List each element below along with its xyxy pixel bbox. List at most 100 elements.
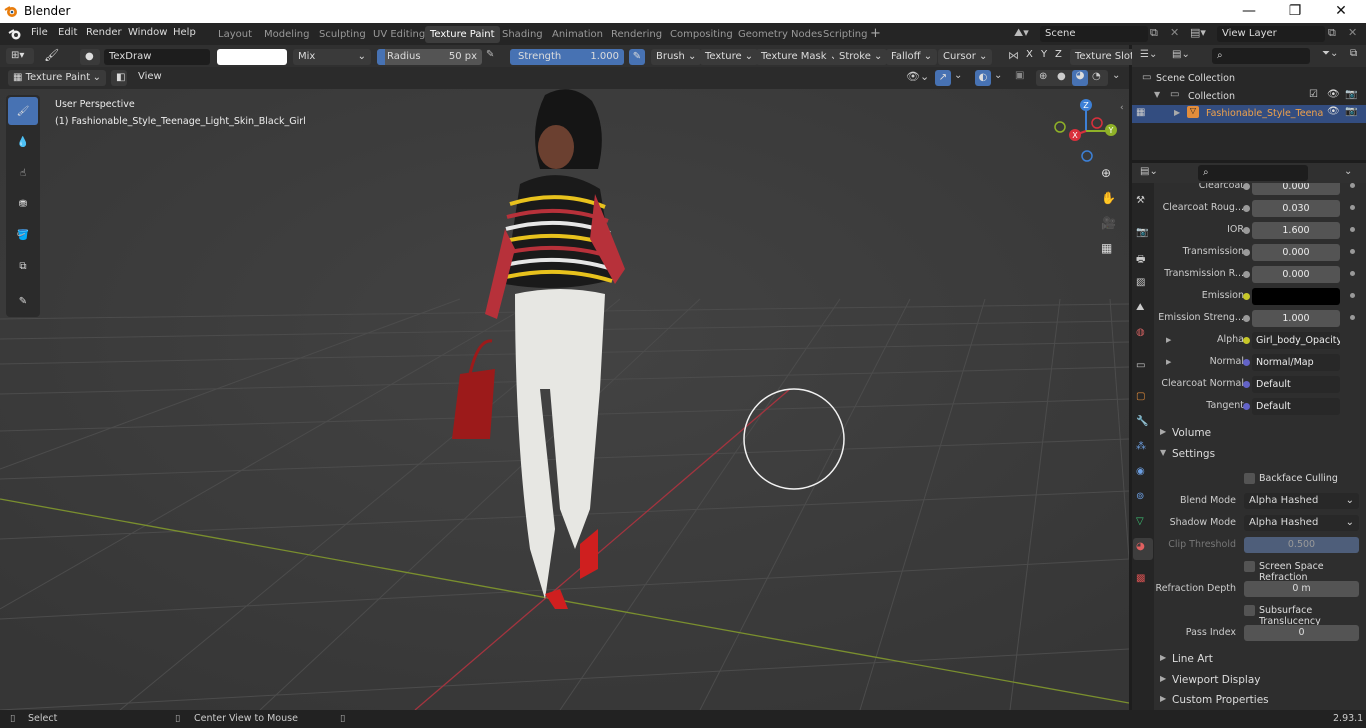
view-layer-field[interactable]: View Layer: [1217, 26, 1325, 42]
filter-icon[interactable]: ⏷⌄: [1322, 48, 1338, 59]
menu-texture-mask[interactable]: Texture Mask ⌄: [756, 49, 844, 65]
blend-mode-dropdown[interactable]: Mix ⌄: [293, 49, 371, 65]
rendered-shading-icon[interactable]: ◔: [1092, 71, 1101, 82]
ortho-grid-icon[interactable]: ▦: [1101, 241, 1112, 255]
properties-options-icon[interactable]: ⌄: [1344, 166, 1352, 177]
object-tab-icon[interactable]: ▢: [1136, 391, 1145, 402]
gizmo-dropdown-icon[interactable]: ⌄: [954, 70, 962, 81]
brush-name-field[interactable]: TexDraw: [104, 49, 210, 65]
object-render-icon[interactable]: 📷: [1345, 106, 1357, 117]
gizmo-toggle-icon[interactable]: ↗: [935, 70, 951, 86]
menu-brush[interactable]: Brush ⌄: [651, 49, 702, 65]
outliner-search-input[interactable]: ⌕: [1212, 48, 1310, 64]
wireframe-shading-icon[interactable]: ⊕: [1039, 71, 1047, 82]
annotate-tool-icon[interactable]: ✎: [8, 287, 38, 315]
refraction-depth-field[interactable]: 0 m: [1244, 581, 1359, 597]
delete-view-layer-icon[interactable]: ✕: [1348, 26, 1357, 39]
collection-label[interactable]: Collection: [1188, 91, 1235, 102]
tab-modeling[interactable]: Modeling: [259, 26, 315, 43]
3d-viewport[interactable]: User Perspective (1) Fashionable_Style_T…: [0, 89, 1129, 710]
solid-shading-icon[interactable]: ●: [1057, 71, 1066, 82]
fill-tool-icon[interactable]: 🪣: [8, 221, 38, 249]
material-tab[interactable]: ◕: [1133, 538, 1153, 560]
mask-tool-icon[interactable]: ⧉: [8, 252, 38, 280]
mask-toggle-icon[interactable]: ◧: [111, 70, 127, 86]
properties-editor-icon[interactable]: ▤⌄: [1140, 166, 1158, 177]
shadow-mode-select[interactable]: Alpha Hashed ⌄: [1244, 515, 1359, 531]
visibility-icon[interactable]: 👁⌄: [906, 70, 929, 83]
navigation-gizmo[interactable]: Z Y X: [1052, 95, 1124, 167]
add-workspace-icon[interactable]: +: [870, 26, 881, 41]
socket-dot-icon[interactable]: [1243, 359, 1250, 366]
blender-menu-icon[interactable]: [8, 27, 22, 41]
tab-shading[interactable]: Shading: [497, 26, 548, 43]
socket-expand-icon[interactable]: ▶: [1166, 358, 1171, 366]
properties-scrollbar[interactable]: [1350, 186, 1358, 436]
strength-slider[interactable]: Strength 1.000: [510, 49, 624, 65]
scene-tab-icon[interactable]: ⛰: [1136, 302, 1144, 313]
pan-hand-icon[interactable]: ✋: [1101, 191, 1116, 205]
constraints-tab-icon[interactable]: ⊚: [1136, 491, 1144, 502]
new-collection-icon[interactable]: ⧉: [1350, 48, 1357, 59]
backface-culling-checkbox[interactable]: [1244, 473, 1255, 484]
modifier-tab-icon[interactable]: 🔧: [1136, 416, 1148, 427]
object-visibility-icon[interactable]: 👁: [1327, 106, 1340, 117]
maximize-button[interactable]: ❐: [1272, 0, 1318, 23]
menu-help[interactable]: Help: [173, 27, 196, 38]
property-value[interactable]: [1252, 288, 1340, 305]
physics-tab-icon[interactable]: ◉: [1136, 466, 1145, 477]
custom-properties-panel-header[interactable]: ▶ Custom Properties: [1154, 690, 1366, 710]
menu-file[interactable]: File: [31, 27, 48, 38]
camera-view-icon[interactable]: 🎥: [1101, 216, 1116, 230]
menu-edit[interactable]: Edit: [58, 27, 77, 38]
strength-pressure-icon[interactable]: ✎: [629, 49, 645, 65]
draw-tool-icon[interactable]: 🖌: [8, 97, 38, 125]
collection-expand-icon[interactable]: ▼: [1154, 90, 1160, 99]
sidebar-toggle-icon[interactable]: ‹: [1120, 103, 1124, 113]
symmetry-y-button[interactable]: Y: [1041, 49, 1047, 60]
line-art-panel-header[interactable]: ▶ Line Art: [1154, 649, 1366, 670]
brush-browser-icon[interactable]: ●: [80, 49, 100, 65]
close-button[interactable]: ✕: [1318, 0, 1364, 23]
tab-scripting[interactable]: Scripting: [818, 26, 872, 43]
clone-tool-icon[interactable]: ⛃: [8, 190, 38, 218]
blend-mode-select[interactable]: Alpha Hashed ⌄: [1244, 493, 1359, 509]
scene-icon[interactable]: ⛰▾: [1014, 26, 1029, 40]
overlay-toggle-icon[interactable]: ◐: [975, 70, 991, 86]
display-mode-icon[interactable]: ▤⌄: [1172, 49, 1190, 60]
scene-collection-label[interactable]: Scene Collection: [1156, 73, 1235, 84]
view-layer-tab-icon[interactable]: ▨: [1136, 277, 1145, 288]
overlay-dropdown-icon[interactable]: ⌄: [994, 70, 1002, 81]
socket-dot-icon[interactable]: [1243, 183, 1250, 190]
socket-dot-icon[interactable]: [1243, 315, 1250, 322]
tool-tab-icon[interactable]: ⚒: [1136, 195, 1145, 206]
output-tab-icon[interactable]: 🖶: [1136, 252, 1145, 269]
clip-threshold-slider[interactable]: 0.500: [1244, 537, 1359, 553]
property-value[interactable]: Default: [1252, 376, 1340, 393]
menu-falloff[interactable]: Falloff ⌄: [886, 49, 938, 65]
menu-window[interactable]: Window: [128, 27, 167, 38]
material-shading-icon[interactable]: ◕: [1072, 70, 1088, 86]
socket-dot-icon[interactable]: [1243, 381, 1250, 388]
socket-expand-icon[interactable]: ▶: [1166, 336, 1171, 344]
properties-search-input[interactable]: ⌕: [1198, 165, 1308, 181]
outliner-row-object[interactable]: ▦ ▶ ▽ Fashionable_Style_Teena 👁 📷: [1132, 105, 1366, 123]
property-value[interactable]: 1.600: [1252, 222, 1340, 239]
socket-dot-icon[interactable]: [1243, 271, 1250, 278]
collection-tab-icon[interactable]: ▭: [1136, 360, 1145, 371]
property-value[interactable]: Girl_body_Opacity.p...: [1252, 332, 1340, 349]
settings-panel-header[interactable]: ▼ Settings: [1154, 444, 1366, 465]
object-expand-icon[interactable]: ▶: [1174, 108, 1180, 117]
xray-toggle-icon[interactable]: ▣: [1015, 70, 1024, 81]
property-value[interactable]: 0.030: [1252, 200, 1340, 217]
socket-dot-icon[interactable]: [1243, 337, 1250, 344]
menu-cursor[interactable]: Cursor ⌄: [938, 49, 993, 65]
tab-sculpting[interactable]: Sculpting: [314, 26, 371, 43]
collection-render-icon[interactable]: 📷: [1345, 89, 1357, 100]
shading-dropdown-icon[interactable]: ⌄: [1112, 70, 1120, 81]
new-view-layer-icon[interactable]: ⧉: [1328, 26, 1336, 40]
symmetry-z-button[interactable]: Z: [1055, 49, 1062, 60]
color-swatch[interactable]: [217, 49, 287, 65]
radius-pressure-icon[interactable]: ✎: [486, 49, 494, 60]
outliner-editor-icon[interactable]: ☰⌄: [1140, 49, 1157, 60]
